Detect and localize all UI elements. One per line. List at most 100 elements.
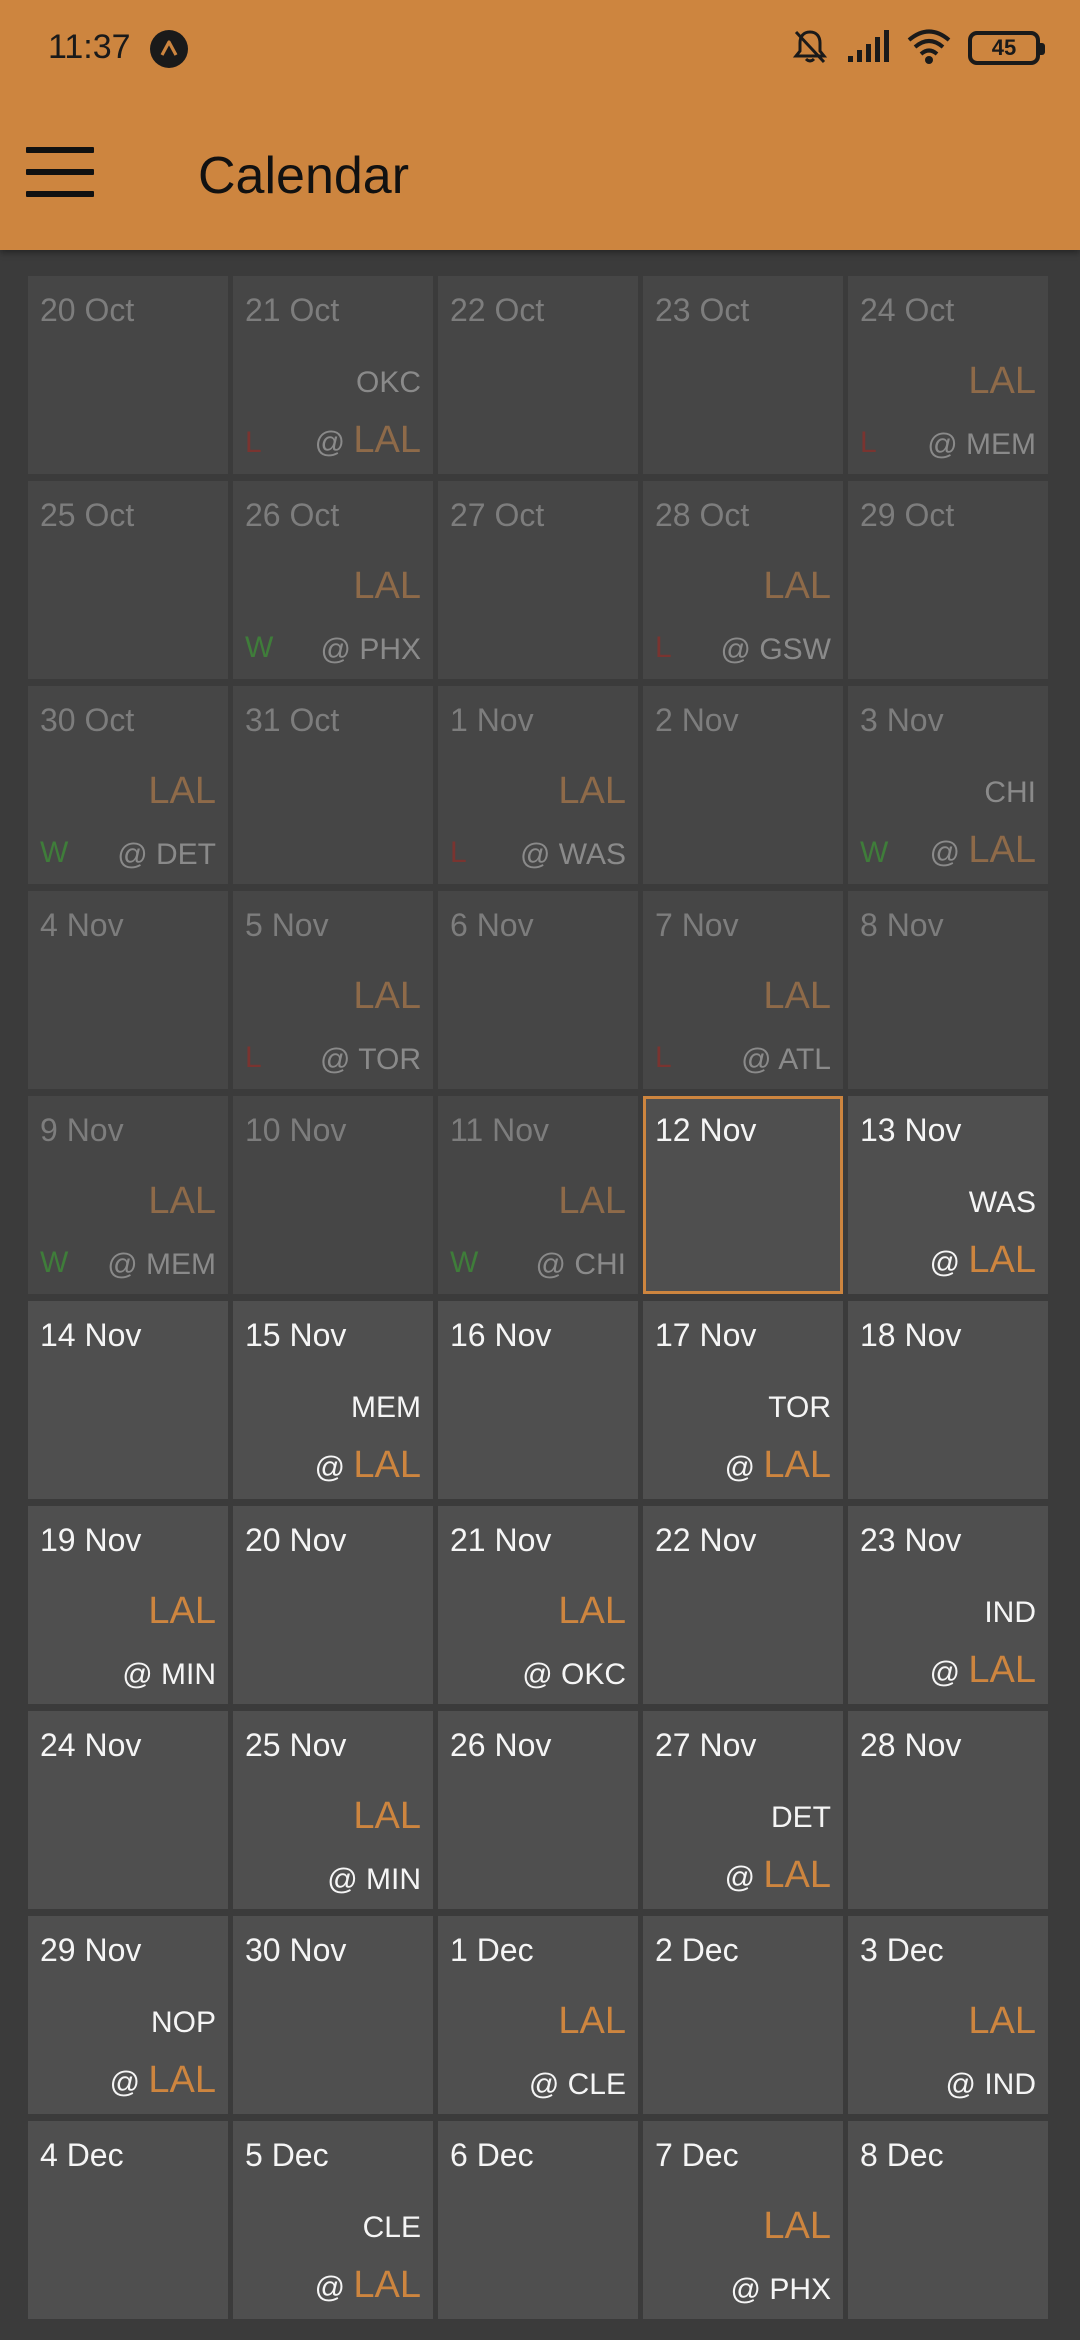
day-cell[interactable]: 6 Nov	[438, 891, 638, 1089]
day-cell[interactable]: 24 Nov	[28, 1711, 228, 1909]
day-cell[interactable]: 10 Nov	[233, 1096, 433, 1294]
opponent-team: MEM	[351, 1391, 421, 1424]
day-cell[interactable]: 25 Oct	[28, 481, 228, 679]
game-bottom-line: @ PHX	[731, 2273, 831, 2307]
home-team: LAL	[968, 1239, 1036, 1281]
away-team: LAL	[763, 975, 831, 1017]
day-date: 28 Nov	[860, 1727, 962, 1763]
day-cell[interactable]: 23 Oct	[643, 276, 843, 474]
day-cell[interactable]: 7 Dec LAL @ PHX	[643, 2121, 843, 2319]
opponent-team: CLE	[567, 2068, 626, 2101]
day-date: 27 Oct	[450, 497, 545, 533]
opponent-team: IND	[984, 1596, 1036, 1629]
game-bottom-line: @ IND	[946, 2068, 1036, 2102]
opponent-team: TOR	[768, 1391, 831, 1424]
day-cell[interactable]: 27 Oct	[438, 481, 638, 679]
game-result: W	[40, 836, 69, 869]
opponent-team: NOP	[150, 2006, 216, 2039]
at-symbol: @	[929, 1246, 969, 1279]
game-bottom-line: @ LAL	[315, 419, 421, 462]
at-symbol: @	[122, 1658, 161, 1691]
at-symbol: @	[109, 2066, 149, 2099]
day-cell[interactable]: 30 Oct LAL @ DET W	[28, 686, 228, 884]
at-symbol: @	[945, 2068, 985, 2101]
opponent-team: DET	[771, 1801, 831, 1834]
day-cell[interactable]: 22 Oct	[438, 276, 638, 474]
menu-button[interactable]	[26, 147, 94, 197]
day-cell[interactable]: 4 Dec	[28, 2121, 228, 2319]
at-symbol: @	[522, 1658, 561, 1691]
day-cell[interactable]: 26 Oct LAL @ PHX W	[233, 481, 433, 679]
day-date: 6 Nov	[450, 907, 534, 943]
cellular-signal-icon	[846, 28, 890, 69]
day-cell[interactable]: 30 Nov	[233, 1916, 433, 2114]
day-cell[interactable]: 14 Nov	[28, 1301, 228, 1499]
day-cell[interactable]: 1 Nov LAL @ WAS L	[438, 686, 638, 884]
day-cell[interactable]: 3 Nov CHI @ LAL W	[848, 686, 1048, 884]
app-bar: 11:37 45 Calendar	[0, 0, 1080, 250]
day-cell[interactable]: 2 Nov	[643, 686, 843, 884]
game-bottom-line: @ TOR	[320, 1043, 421, 1077]
day-cell[interactable]: 28 Oct LAL @ GSW L	[643, 481, 843, 679]
away-team: LAL	[148, 770, 216, 812]
home-team: LAL	[353, 2264, 421, 2306]
silent-mode-icon	[790, 26, 830, 71]
day-cell[interactable]: 21 Oct OKC @ LAL L	[233, 276, 433, 474]
day-cell[interactable]: 18 Nov	[848, 1301, 1048, 1499]
day-date: 25 Nov	[245, 1727, 347, 1763]
day-cell[interactable]: 20 Oct	[28, 276, 228, 474]
day-cell[interactable]: 16 Nov	[438, 1301, 638, 1499]
away-team: LAL	[558, 770, 626, 812]
day-cell[interactable]: 22 Nov	[643, 1506, 843, 1704]
day-cell[interactable]: 11 Nov LAL @ CHI W	[438, 1096, 638, 1294]
wifi-icon	[906, 27, 952, 70]
day-cell[interactable]: 31 Oct	[233, 686, 433, 884]
away-team: LAL	[353, 565, 421, 607]
status-icons: 45	[790, 26, 1045, 71]
day-cell[interactable]: 6 Dec	[438, 2121, 638, 2319]
at-symbol: @	[314, 1451, 354, 1484]
day-cell[interactable]: 13 Nov WAS @ LAL	[848, 1096, 1048, 1294]
day-cell[interactable]: 17 Nov TOR @ LAL	[643, 1301, 843, 1499]
day-cell[interactable]: 4 Nov	[28, 891, 228, 1089]
day-date: 24 Oct	[860, 292, 955, 328]
day-cell[interactable]: 21 Nov LAL @ OKC	[438, 1506, 638, 1704]
day-cell[interactable]: 28 Nov	[848, 1711, 1048, 1909]
day-cell[interactable]: 29 Nov NOP @ LAL	[28, 1916, 228, 2114]
game-bottom-line: @ LAL	[930, 1239, 1036, 1282]
game-result: L	[245, 426, 262, 459]
day-cell[interactable]: 3 Dec LAL @ IND	[848, 1916, 1048, 2114]
day-date: 29 Oct	[860, 497, 955, 533]
day-cell[interactable]: 27 Nov DET @ LAL	[643, 1711, 843, 1909]
day-date: 15 Nov	[245, 1317, 347, 1353]
day-cell[interactable]: 23 Nov IND @ LAL	[848, 1506, 1048, 1704]
day-cell[interactable]: 24 Oct LAL @ MEM L	[848, 276, 1048, 474]
day-cell[interactable]: 2 Dec	[643, 1916, 843, 2114]
day-cell[interactable]: 19 Nov LAL @ MIN	[28, 1506, 228, 1704]
opponent-team: GSW	[759, 633, 831, 666]
day-cell[interactable]: 8 Nov	[848, 891, 1048, 1089]
day-date: 5 Dec	[245, 2137, 329, 2173]
day-cell[interactable]: 20 Nov	[233, 1506, 433, 1704]
day-date: 8 Nov	[860, 907, 944, 943]
hamburger-icon	[26, 147, 94, 153]
day-date: 22 Oct	[450, 292, 545, 328]
day-cell[interactable]: 29 Oct	[848, 481, 1048, 679]
game-bottom-line: @ ATL	[741, 1043, 831, 1077]
day-cell[interactable]: 25 Nov LAL @ MIN	[233, 1711, 433, 1909]
day-cell[interactable]: 5 Dec CLE @ LAL	[233, 2121, 433, 2319]
day-cell[interactable]: 12 Nov	[643, 1096, 843, 1294]
day-date: 29 Nov	[40, 1932, 142, 1968]
at-symbol: @	[929, 1656, 969, 1689]
day-cell[interactable]: 9 Nov LAL @ MEM W	[28, 1096, 228, 1294]
day-cell[interactable]: 1 Dec LAL @ CLE	[438, 1916, 638, 2114]
day-cell[interactable]: 5 Nov LAL @ TOR L	[233, 891, 433, 1089]
game-bottom-line: @ LAL	[930, 1649, 1036, 1692]
away-team: LAL	[353, 975, 421, 1017]
game-bottom-line: @ LAL	[110, 2059, 216, 2102]
day-cell[interactable]: 7 Nov LAL @ ATL L	[643, 891, 843, 1089]
home-team: LAL	[968, 1649, 1036, 1691]
day-cell[interactable]: 15 Nov MEM @ LAL	[233, 1301, 433, 1499]
day-cell[interactable]: 26 Nov	[438, 1711, 638, 1909]
day-cell[interactable]: 8 Dec	[848, 2121, 1048, 2319]
